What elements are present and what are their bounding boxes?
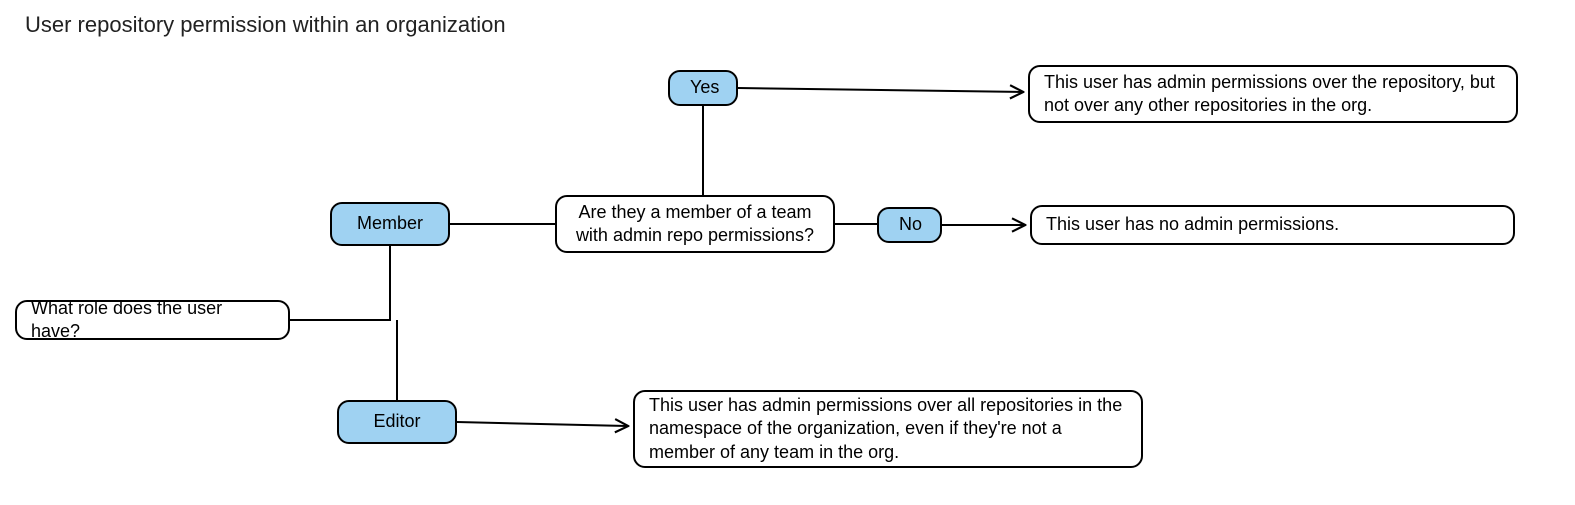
node-outcome-no-label: This user has no admin permissions.: [1046, 213, 1499, 236]
node-member: Member: [330, 202, 450, 246]
node-outcome-editor-label: This user has admin permissions over all…: [649, 394, 1127, 464]
node-member-label: Member: [346, 212, 434, 235]
node-question-team: Are they a member of a team with admin r…: [555, 195, 835, 253]
node-question-team-label: Are they a member of a team with admin r…: [571, 201, 819, 248]
node-no: No: [877, 207, 942, 243]
node-question-role-label: What role does the user have?: [31, 297, 274, 344]
node-yes-label: Yes: [690, 76, 716, 99]
node-question-role: What role does the user have?: [15, 300, 290, 340]
node-editor-label: Editor: [353, 410, 441, 433]
node-outcome-yes: This user has admin permissions over the…: [1028, 65, 1518, 123]
node-editor: Editor: [337, 400, 457, 444]
node-outcome-yes-label: This user has admin permissions over the…: [1044, 71, 1502, 118]
diagram-title: User repository permission within an org…: [25, 12, 506, 38]
node-outcome-editor: This user has admin permissions over all…: [633, 390, 1143, 468]
node-yes: Yes: [668, 70, 738, 106]
node-no-label: No: [899, 213, 920, 236]
node-outcome-no: This user has no admin permissions.: [1030, 205, 1515, 245]
diagram-canvas: User repository permission within an org…: [0, 0, 1575, 505]
